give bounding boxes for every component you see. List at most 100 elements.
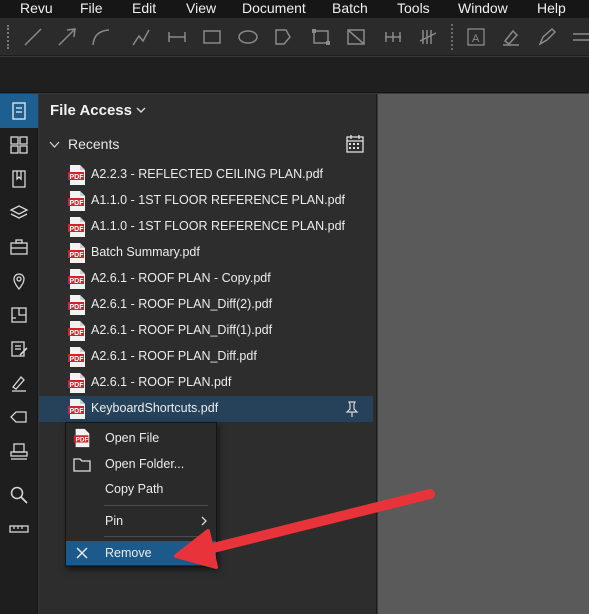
recents-label: Recents	[68, 136, 120, 152]
menu-view[interactable]: View	[186, 0, 216, 18]
menu-help[interactable]: Help	[537, 0, 566, 18]
file-name: A2.6.1 - ROOF PLAN_Diff(2).pdf	[91, 297, 273, 311]
line-icon[interactable]	[22, 27, 44, 47]
svg-text:PDF: PDF	[70, 382, 85, 389]
menu-tools[interactable]: Tools	[397, 0, 430, 18]
file-name: A2.2.3 - REFLECTED CEILING PLAN.pdf	[91, 167, 324, 181]
pdf-file-icon: PDF	[73, 428, 90, 448]
recent-file-row[interactable]: PDF A1.1.0 - 1ST FLOOR REFERENCE PLAN.pdf	[39, 188, 373, 214]
pen-icon[interactable]	[536, 27, 558, 47]
ellipse-icon[interactable]	[237, 27, 259, 47]
document-workspace[interactable]	[378, 94, 589, 614]
rectangle-icon[interactable]	[201, 27, 223, 47]
stamp-icon[interactable]	[0, 434, 38, 468]
recent-file-row[interactable]: PDF A2.6.1 - ROOF PLAN.pdf	[39, 370, 373, 396]
remove-menu-item[interactable]: Remove	[66, 541, 216, 565]
secondary-toolbar	[0, 57, 589, 93]
polygon-icon[interactable]	[272, 27, 294, 47]
pdf-file-icon: PDF	[68, 191, 85, 211]
svg-text:PDF: PDF	[70, 200, 85, 207]
recent-file-row[interactable]: PDF Batch Summary.pdf	[39, 240, 373, 266]
layers-icon[interactable]	[0, 196, 38, 230]
arrow-icon[interactable]	[56, 27, 78, 47]
measurements-icon[interactable]	[0, 512, 38, 546]
pin-menu-item[interactable]: Pin	[66, 509, 216, 533]
menu-revu[interactable]: Revu	[20, 0, 53, 18]
thumbnails-icon[interactable]	[0, 128, 38, 162]
file-name: A2.6.1 - ROOF PLAN.pdf	[91, 375, 232, 389]
open-folder-label: Open Folder...	[105, 457, 185, 471]
file-name: A2.6.1 - ROOF PLAN_Diff(1).pdf	[91, 323, 273, 337]
file-name: KeyboardShortcuts.pdf	[91, 401, 219, 415]
open-folder-menu-item[interactable]: Open Folder...	[66, 452, 216, 476]
bookmarks-icon[interactable]	[0, 162, 38, 196]
toolbar-grip[interactable]	[7, 25, 11, 49]
file-name: A2.6.1 - ROOF PLAN_Diff.pdf	[91, 349, 257, 363]
polyline-icon[interactable]	[130, 27, 152, 47]
markups-list-icon[interactable]	[0, 332, 38, 366]
copy-path-label: Copy Path	[105, 482, 164, 496]
text-box-icon[interactable]: A	[465, 27, 487, 47]
places-icon[interactable]	[0, 264, 38, 298]
pdf-file-icon: PDF	[68, 295, 85, 315]
copy-path-menu-item[interactable]: Copy Path	[66, 477, 216, 501]
file-access-icon[interactable]	[0, 94, 38, 128]
segment-icon[interactable]	[382, 27, 404, 47]
more-tools-icon[interactable]	[570, 27, 589, 47]
svg-text:PDF: PDF	[70, 252, 85, 259]
file-name: A2.6.1 - ROOF PLAN - Copy.pdf	[91, 271, 271, 285]
dimension-icon[interactable]	[166, 27, 188, 47]
pdf-file-icon: PDF	[68, 269, 85, 289]
recent-file-row[interactable]: PDF A2.6.1 - ROOF PLAN_Diff(2).pdf	[39, 292, 373, 318]
menu-window[interactable]: Window	[458, 0, 508, 18]
folder-icon	[73, 458, 91, 472]
pin-icon[interactable]	[344, 400, 360, 418]
recent-file-row[interactable]: PDF A2.6.1 - ROOF PLAN_Diff(1).pdf	[39, 318, 373, 344]
search-icon[interactable]	[0, 478, 38, 512]
svg-text:PDF: PDF	[70, 356, 85, 363]
recent-file-row[interactable]: PDF A2.2.3 - REFLECTED CEILING PLAN.pdf	[39, 162, 373, 188]
svg-text:PDF: PDF	[70, 174, 85, 181]
menu-separator	[104, 505, 208, 506]
svg-text:PDF: PDF	[70, 278, 85, 285]
highlight-icon[interactable]	[500, 27, 522, 47]
spaces-icon[interactable]	[0, 298, 38, 332]
toolbar-separator	[451, 24, 453, 50]
tags-icon[interactable]	[0, 400, 38, 434]
menu-file[interactable]: File	[80, 0, 103, 18]
chevron-down-icon[interactable]	[135, 104, 147, 116]
svg-text:PDF: PDF	[70, 408, 85, 415]
chevron-right-icon	[201, 516, 207, 526]
markup-toolbar: A	[0, 18, 589, 56]
tool-chest-icon[interactable]	[0, 230, 38, 264]
length-icon[interactable]	[345, 27, 367, 47]
recent-file-row[interactable]: PDF A2.6.1 - ROOF PLAN_Diff.pdf	[39, 344, 373, 370]
recent-file-row[interactable]: PDF A2.6.1 - ROOF PLAN - Copy.pdf	[39, 266, 373, 292]
pin-label: Pin	[105, 514, 124, 528]
recent-file-row[interactable]: PDF A1.1.0 - 1ST FLOOR REFERENCE PLAN.pdf	[39, 214, 373, 240]
recent-file-row[interactable]: PDF KeyboardShortcuts.pdf	[39, 396, 373, 422]
open-file-menu-item[interactable]: PDF Open File	[66, 426, 216, 450]
pdf-file-icon: PDF	[68, 347, 85, 367]
pdf-file-icon: PDF	[68, 243, 85, 263]
menu-edit[interactable]: Edit	[132, 0, 156, 18]
pdf-file-icon: PDF	[68, 399, 85, 419]
menu-batch[interactable]: Batch	[332, 0, 368, 18]
svg-text:A: A	[472, 33, 480, 45]
pdf-file-icon: PDF	[68, 217, 85, 237]
signatures-icon[interactable]	[0, 366, 38, 400]
menu-separator	[104, 536, 208, 537]
svg-text:PDF: PDF	[70, 226, 85, 233]
svg-text:PDF: PDF	[76, 437, 89, 444]
file-name: A1.1.0 - 1ST FLOOR REFERENCE PLAN.pdf	[91, 193, 346, 207]
area-icon[interactable]	[310, 27, 332, 47]
arc-icon[interactable]	[90, 27, 112, 47]
file-name: A1.1.0 - 1ST FLOOR REFERENCE PLAN.pdf	[91, 219, 346, 233]
svg-text:PDF: PDF	[70, 330, 85, 337]
recents-header[interactable]: Recents	[49, 136, 119, 152]
calendar-icon[interactable]	[345, 134, 365, 154]
count-icon[interactable]	[418, 27, 440, 47]
menu-document[interactable]: Document	[242, 0, 306, 18]
pdf-file-icon: PDF	[68, 373, 85, 393]
panel-title[interactable]: File Access	[50, 102, 132, 119]
